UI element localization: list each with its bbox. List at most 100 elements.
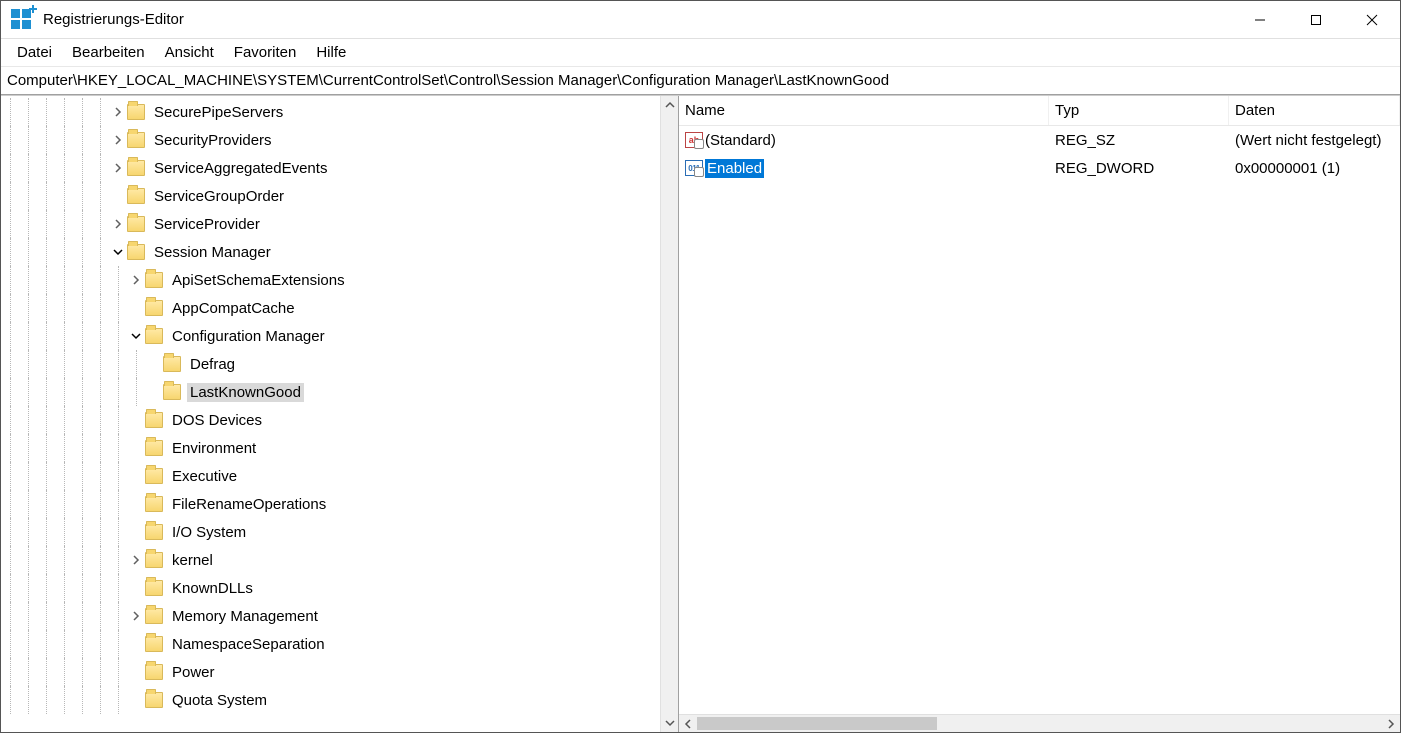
value-row[interactable]: ab(Standard)REG_SZ(Wert nicht festgelegt… [679,126,1400,154]
hscroll-track[interactable] [697,715,1382,732]
maximize-button[interactable] [1288,1,1344,38]
menu-datei[interactable]: Datei [7,42,62,63]
tree-scrollbar[interactable] [660,96,678,732]
chevron-down-icon[interactable] [109,247,127,257]
hscroll-thumb[interactable] [697,717,937,730]
chevron-right-icon[interactable] [127,611,145,621]
chevron-right-icon[interactable] [109,163,127,173]
tree-node[interactable]: Environment [1,434,660,462]
close-button[interactable] [1344,1,1400,38]
folder-icon [145,300,163,316]
tree-node[interactable]: ServiceGroupOrder [1,182,660,210]
tree-node-label: Environment [169,439,259,458]
tree-node[interactable]: Defrag [1,350,660,378]
window-title: Registrierungs-Editor [43,11,1232,28]
tree-node[interactable]: KnownDLLs [1,574,660,602]
chevron-right-icon[interactable] [127,555,145,565]
registry-tree[interactable]: SecurePipeServers SecurityProviders Servic… [1,96,660,714]
tree-node[interactable]: Session Manager [1,238,660,266]
values-pane: Name Typ Daten ab(Standard)REG_SZ(Wert n… [679,96,1400,732]
header-name[interactable]: Name [679,96,1049,125]
menu-bearbeiten[interactable]: Bearbeiten [62,42,155,63]
values-hscrollbar[interactable] [679,714,1400,732]
string-value-icon: ab [685,132,703,148]
tree-node[interactable]: DOS Devices [1,406,660,434]
folder-icon [127,188,145,204]
folder-icon [163,356,181,372]
tree-node[interactable]: Configuration Manager [1,322,660,350]
folder-icon [145,636,163,652]
registry-editor-window: Registrierungs-Editor DateiBearbeitenAns… [0,0,1401,733]
tree-node[interactable]: I/O System [1,518,660,546]
tree-node-label: Quota System [169,691,270,710]
tree-node-label: I/O System [169,523,249,542]
tree-node[interactable]: AppCompatCache [1,294,660,322]
value-row[interactable]: 011EnabledREG_DWORD0x00000001 (1) [679,154,1400,182]
tree-node[interactable]: FileRenameOperations [1,490,660,518]
tree-node-label: Session Manager [151,243,274,262]
main-split: SecurePipeServers SecurityProviders Servic… [1,95,1400,732]
scroll-left-icon[interactable] [679,715,697,733]
tree-node-label: ServiceGroupOrder [151,187,287,206]
values-list[interactable]: ab(Standard)REG_SZ(Wert nicht festgelegt… [679,126,1400,714]
folder-icon [145,272,163,288]
scroll-right-icon[interactable] [1382,715,1400,733]
values-header: Name Typ Daten [679,96,1400,126]
tree-node[interactable]: NamespaceSeparation [1,630,660,658]
tree-node-label: Defrag [187,355,238,374]
tree-node[interactable]: Power [1,658,660,686]
chevron-right-icon[interactable] [109,135,127,145]
value-name: (Standard) [705,132,776,149]
tree-node-label: SecurePipeServers [151,103,286,122]
folder-icon [127,132,145,148]
chevron-down-icon[interactable] [127,331,145,341]
scroll-down-icon[interactable] [661,714,679,732]
tree-node-label: SecurityProviders [151,131,275,150]
menu-hilfe[interactable]: Hilfe [306,42,356,63]
value-type: REG_DWORD [1049,160,1229,177]
folder-icon [127,160,145,176]
tree-node[interactable]: ApiSetSchemaExtensions [1,266,660,294]
folder-icon [127,216,145,232]
tree-node-label: NamespaceSeparation [169,635,328,654]
tree-node-label: Power [169,663,218,682]
folder-icon [145,664,163,680]
value-name: Enabled [705,159,764,178]
tree-node[interactable]: ServiceAggregatedEvents [1,154,660,182]
menubar: DateiBearbeitenAnsichtFavoritenHilfe [1,39,1400,67]
address-bar[interactable]: Computer\HKEY_LOCAL_MACHINE\SYSTEM\Curre… [1,67,1400,95]
chevron-right-icon[interactable] [109,107,127,117]
tree-node-label: Configuration Manager [169,327,328,346]
tree-node[interactable]: Executive [1,462,660,490]
header-data[interactable]: Daten [1229,96,1400,125]
tree-pane: SecurePipeServers SecurityProviders Servic… [1,96,679,732]
chevron-right-icon[interactable] [109,219,127,229]
folder-icon [145,468,163,484]
app-icon [11,9,33,31]
tree-node[interactable]: kernel [1,546,660,574]
header-type[interactable]: Typ [1049,96,1229,125]
tree-node-label: LastKnownGood [187,383,304,402]
tree-node-label: ServiceAggregatedEvents [151,159,330,178]
tree-node[interactable]: ServiceProvider [1,210,660,238]
value-data: 0x00000001 (1) [1229,160,1400,177]
tree-node-label: ApiSetSchemaExtensions [169,271,348,290]
titlebar: Registrierungs-Editor [1,1,1400,39]
value-data: (Wert nicht festgelegt) [1229,132,1400,149]
folder-icon [127,104,145,120]
menu-ansicht[interactable]: Ansicht [155,42,224,63]
tree-node[interactable]: LastKnownGood [1,378,660,406]
tree-node[interactable]: Quota System [1,686,660,714]
tree-node[interactable]: SecurePipeServers [1,98,660,126]
chevron-right-icon[interactable] [127,275,145,285]
folder-icon [145,524,163,540]
scroll-up-icon[interactable] [661,96,679,114]
menu-favoriten[interactable]: Favoriten [224,42,307,63]
window-controls [1232,1,1400,38]
minimize-button[interactable] [1232,1,1288,38]
tree-node[interactable]: SecurityProviders [1,126,660,154]
tree-node[interactable]: Memory Management [1,602,660,630]
tree-node-label: ServiceProvider [151,215,263,234]
folder-icon [145,496,163,512]
folder-icon [145,412,163,428]
